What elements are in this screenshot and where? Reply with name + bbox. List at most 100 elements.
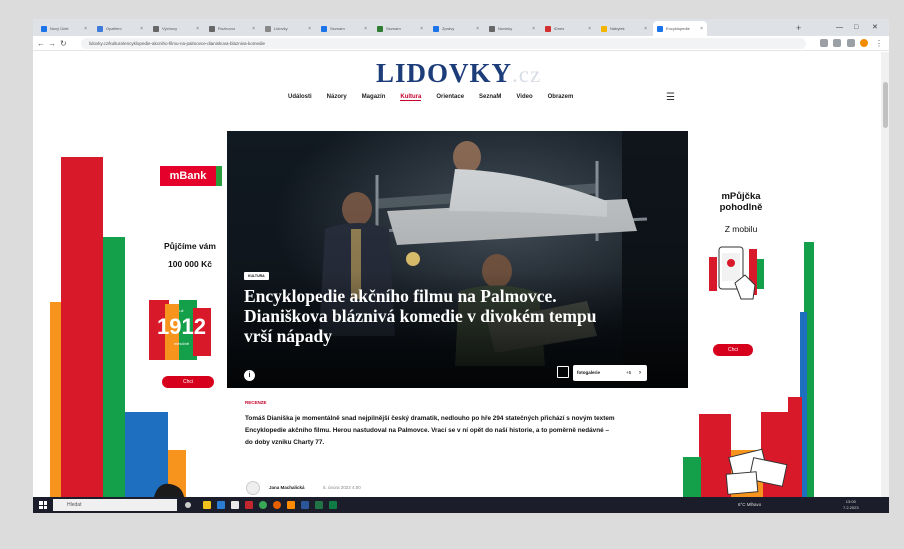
bookmark-star-icon[interactable] bbox=[833, 39, 841, 47]
menu-item-kultura[interactable]: Kultura bbox=[400, 94, 422, 101]
tab-label: Výchovy bbox=[162, 26, 178, 31]
app-icon[interactable] bbox=[287, 501, 295, 509]
tab-12[interactable]: Encyklopedie × bbox=[653, 21, 707, 36]
back-icon[interactable]: ← bbox=[37, 38, 45, 49]
tab-strip: Nový Účet × Opatření × Výchovy × Rozhovor × Lido… bbox=[33, 19, 889, 36]
excel-icon[interactable] bbox=[315, 501, 323, 509]
menu-item-magazín[interactable]: Magazín bbox=[362, 94, 386, 101]
ad-bar bbox=[61, 157, 103, 497]
ad-amount: 100 000 Kč bbox=[168, 259, 212, 269]
task-view-icon[interactable] bbox=[185, 502, 191, 508]
page-icon bbox=[377, 25, 383, 32]
windows-start-icon[interactable] bbox=[39, 501, 47, 509]
forward-icon[interactable]: → bbox=[48, 38, 56, 49]
page-icon bbox=[209, 25, 215, 32]
menu-dots-icon[interactable]: ⋮ bbox=[875, 38, 883, 49]
ad-title: mPůjčka pohodlně bbox=[719, 191, 763, 213]
maximize-icon[interactable]: □ bbox=[854, 22, 858, 34]
gallery-button[interactable]: fotogalerie +5 › bbox=[573, 365, 647, 381]
close-tab-icon[interactable]: × bbox=[252, 26, 255, 32]
tab-2[interactable]: Opatření × bbox=[93, 21, 147, 36]
tab-label: Seznam bbox=[330, 26, 345, 31]
ad-badge: už 1912 měsíčně bbox=[149, 300, 214, 360]
close-tab-icon[interactable]: × bbox=[196, 26, 199, 32]
close-tab-icon[interactable]: × bbox=[420, 26, 423, 32]
reload-icon[interactable]: ↻ bbox=[60, 38, 67, 49]
windows-taskbar: Hledat 6°C Mlhavo 13:00 7.2.2023 bbox=[33, 497, 889, 513]
close-tab-icon[interactable]: × bbox=[588, 26, 591, 32]
address-bar: ← → ↻ lidovky.cz/kultura/encyklopedie-ak… bbox=[33, 36, 889, 51]
profile-avatar[interactable] bbox=[860, 39, 868, 47]
tab-9[interactable]: Novinky × bbox=[485, 21, 539, 36]
store-icon[interactable] bbox=[231, 501, 239, 509]
web-page: LIDOVKY.cz Události Názory Magazín Kultura O… bbox=[33, 52, 889, 497]
menu-item-obrazem[interactable]: Obrazem bbox=[548, 94, 574, 101]
gallery-icon[interactable] bbox=[557, 366, 569, 378]
hamburger-menu-icon[interactable]: ☰ bbox=[666, 92, 675, 103]
phone-hand-illustration bbox=[709, 246, 764, 300]
author-avatar[interactable] bbox=[246, 481, 260, 495]
hero-headline[interactable]: Encyklopedie akčního filmu na Palmovce. … bbox=[244, 286, 604, 346]
menu-item-video[interactable]: Video bbox=[516, 94, 532, 101]
hero-photo bbox=[227, 131, 688, 388]
close-tab-icon[interactable]: × bbox=[532, 26, 535, 32]
tab-label: Opatření bbox=[106, 26, 122, 31]
close-tab-icon[interactable]: × bbox=[700, 26, 703, 32]
pdf-icon[interactable] bbox=[245, 501, 253, 509]
tab-4[interactable]: Rozhovor × bbox=[205, 21, 259, 36]
close-tab-icon[interactable]: × bbox=[476, 26, 479, 32]
app-icon[interactable] bbox=[329, 501, 337, 509]
share-icon[interactable] bbox=[820, 39, 828, 47]
page-icon bbox=[433, 25, 439, 32]
author-name[interactable]: Jana Machalická bbox=[269, 485, 305, 490]
tab-6[interactable]: Seznam × bbox=[317, 21, 371, 36]
ad-cta-button[interactable]: Chci bbox=[713, 344, 753, 356]
minimize-icon[interactable]: — bbox=[836, 22, 843, 34]
scrollbar-thumb[interactable] bbox=[883, 82, 888, 128]
url-input[interactable]: lidovky.cz/kultura/encyklopedie-akcniho-… bbox=[81, 38, 806, 49]
menu-item-názory[interactable]: Názory bbox=[327, 94, 347, 101]
extensions-icon[interactable] bbox=[847, 39, 855, 47]
category-tag[interactable]: KULTURA bbox=[244, 272, 269, 280]
tab-label: Novinky bbox=[498, 26, 513, 31]
tab-label: Encyklopedie bbox=[666, 26, 690, 31]
file-explorer-icon[interactable] bbox=[203, 501, 211, 509]
info-icon[interactable]: i bbox=[244, 370, 255, 381]
article-perex[interactable]: Tomáš Dianiška je momentálně snad nejpil… bbox=[245, 413, 615, 449]
close-tab-icon[interactable]: × bbox=[644, 26, 647, 32]
close-tab-icon[interactable]: × bbox=[308, 26, 311, 32]
firefox-icon[interactable] bbox=[273, 501, 281, 509]
mail-icon[interactable] bbox=[217, 501, 225, 509]
tab-label: Rozhovor bbox=[218, 26, 236, 31]
menu-item-události[interactable]: Události bbox=[288, 94, 312, 101]
mbank-logo[interactable]: mBank bbox=[160, 166, 222, 186]
close-tab-icon[interactable]: × bbox=[364, 26, 367, 32]
chrome-icon[interactable] bbox=[259, 501, 267, 509]
menu-item-orientace[interactable]: Orientace bbox=[436, 94, 464, 101]
new-tab-button[interactable]: + bbox=[796, 22, 801, 34]
tab-3[interactable]: Výchovy × bbox=[149, 21, 203, 36]
page-icon bbox=[489, 25, 495, 32]
weather-tray[interactable]: 6°C Mlhavo bbox=[738, 497, 761, 513]
taskbar-clock[interactable]: 13:00 7.2.2023 bbox=[843, 499, 859, 511]
close-tab-icon[interactable]: × bbox=[140, 26, 143, 32]
page-icon bbox=[153, 25, 159, 32]
tab-5[interactable]: Lidovky × bbox=[261, 21, 315, 36]
page-icon bbox=[657, 25, 663, 32]
tab-11[interactable]: Nábytek × bbox=[597, 21, 651, 36]
close-window-icon[interactable]: ✕ bbox=[872, 22, 878, 34]
ad-cta-button[interactable]: Chci bbox=[162, 376, 214, 388]
taskbar-search-input[interactable]: Hledat bbox=[53, 499, 177, 511]
tab-10[interactable]: iDnes × bbox=[541, 21, 595, 36]
tab-8[interactable]: Zprávy × bbox=[429, 21, 483, 36]
hero-article[interactable]: KULTURA Encyklopedie akčního filmu na Pa… bbox=[227, 131, 688, 388]
menu-item-seznam[interactable]: SeznaM bbox=[479, 94, 501, 101]
article-section-label[interactable]: RECENZE bbox=[245, 400, 267, 405]
word-icon[interactable] bbox=[301, 501, 309, 509]
banknotes-illustration bbox=[725, 448, 788, 495]
tab-7[interactable]: Seznam × bbox=[373, 21, 427, 36]
site-logo[interactable]: LIDOVKY.cz bbox=[376, 58, 541, 90]
tab-1[interactable]: Nový Účet × bbox=[37, 21, 91, 36]
close-tab-icon[interactable]: × bbox=[84, 26, 87, 32]
page-icon bbox=[601, 25, 607, 32]
